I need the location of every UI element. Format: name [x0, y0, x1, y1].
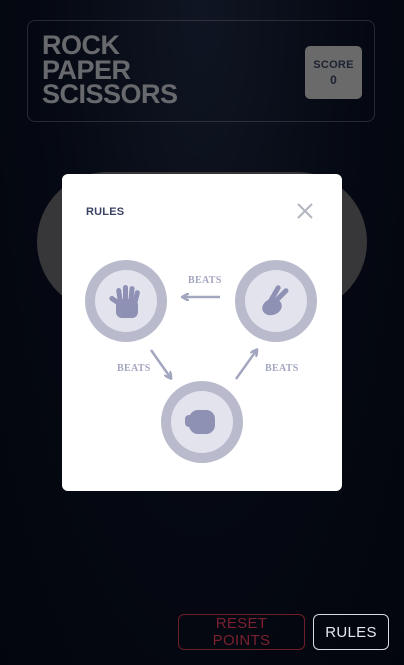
rules-modal: RULES BEATS BEATS BEATS — [62, 174, 342, 491]
reset-points-button[interactable]: RESET POINTS — [178, 614, 305, 650]
beats-label-right: BEATS — [265, 363, 299, 374]
rules-button[interactable]: RULES — [313, 614, 389, 650]
rock-option — [161, 381, 243, 463]
arrow-paper-to-rock — [149, 349, 170, 377]
scissors-option — [235, 260, 317, 342]
beats-label-left: BEATS — [117, 363, 151, 374]
beats-label-top: BEATS — [188, 275, 222, 286]
rules-diagram: BEATS BEATS BEATS — [85, 260, 317, 463]
paper-option — [85, 260, 167, 342]
arrow-rock-to-scissors — [234, 351, 256, 380]
